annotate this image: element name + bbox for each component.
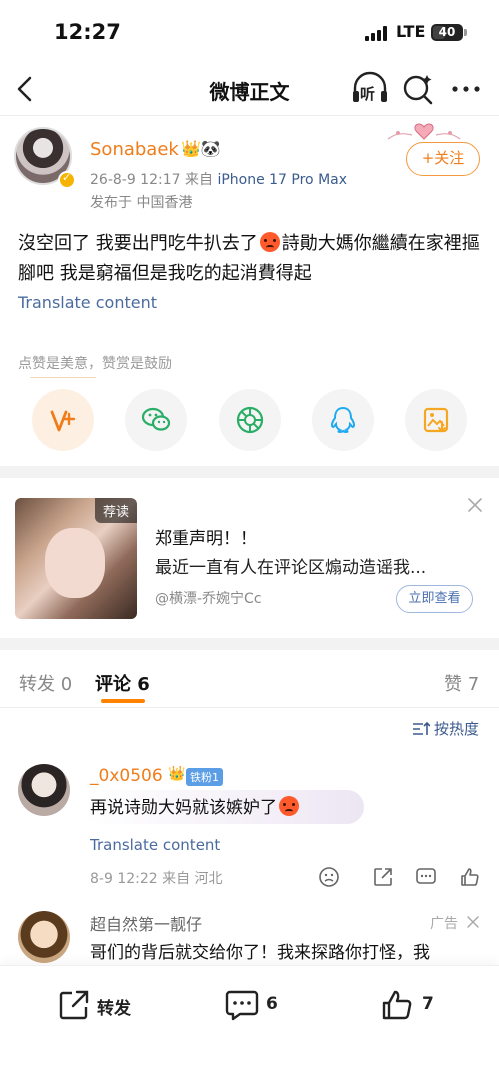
follow-button[interactable]: +关注 bbox=[406, 142, 480, 176]
comment-meta: 8-9 12:22 来自 河北 bbox=[90, 871, 223, 887]
reward-hint-underline bbox=[30, 377, 96, 378]
angry-emoji-icon bbox=[259, 232, 280, 252]
author-badges[interactable]: 👑🐼 bbox=[181, 139, 221, 158]
commenter-avatar[interactable] bbox=[18, 764, 70, 816]
battery-icon: 40 bbox=[431, 24, 463, 41]
comment-button[interactable]: 6 bbox=[224, 988, 294, 1024]
recommended-thumbnail: 荐读 bbox=[15, 498, 137, 619]
comment-icon bbox=[225, 990, 259, 1021]
verified-badge-icon bbox=[58, 171, 76, 189]
active-tab-indicator bbox=[101, 699, 145, 703]
search-icon bbox=[403, 75, 433, 105]
post-device[interactable]: iPhone 17 Pro Max bbox=[217, 172, 347, 188]
repost-icon bbox=[59, 990, 89, 1020]
reward-icon bbox=[50, 410, 76, 432]
signal-icon bbox=[365, 26, 387, 41]
post-date: 26-8-9 12:17 bbox=[90, 172, 181, 188]
battery-tip bbox=[464, 29, 467, 36]
post-text: 沒空回了 我要出門吃牛扒去了 詩勛大媽你繼續在家裡摳腳吧 我是窮福但是我吃的起消費… bbox=[18, 229, 488, 289]
share-qq-button[interactable] bbox=[312, 389, 374, 451]
listen-button[interactable]: 听 bbox=[350, 70, 390, 108]
ad-avatar[interactable] bbox=[18, 911, 70, 963]
translate-link[interactable]: Translate content bbox=[18, 293, 157, 312]
sort-button[interactable]: 按热度 bbox=[412, 718, 479, 739]
angry-emoji-icon bbox=[279, 796, 299, 816]
nav-bar: 微博正文 听 bbox=[0, 62, 499, 116]
status-bar: 12:27 LTE 40 bbox=[0, 0, 499, 62]
post-text-part1: 沒空回了 我要出門吃牛扒去了 bbox=[18, 233, 258, 254]
thumbs-up-icon bbox=[382, 990, 412, 1020]
comment-text-body: 再说诗勋大妈就该嫉妒了 bbox=[90, 798, 277, 818]
like-button[interactable]: 7 bbox=[380, 988, 450, 1024]
bottom-action-bar: 转发 6 7 bbox=[0, 965, 499, 1080]
network-type: LTE bbox=[396, 22, 426, 41]
ad-text: 哥们的背后就交给你了！我来探路你打怪，我 bbox=[90, 943, 430, 963]
share-comment-icon[interactable] bbox=[372, 866, 394, 888]
commenter-name[interactable]: _0x0506 bbox=[90, 766, 163, 786]
reward-button[interactable] bbox=[32, 389, 94, 451]
ad-comment-item: 超自然第一靓仔 广告 哥们的背后就交给你了！我来探路你打怪，我 bbox=[0, 905, 499, 965]
interaction-tabs: 转发 0 评论 6 赞 7 bbox=[0, 650, 499, 708]
sort-label: 按热度 bbox=[434, 720, 480, 738]
reply-icon[interactable] bbox=[415, 866, 437, 888]
ad-name[interactable]: 超自然第一靓仔 bbox=[90, 911, 202, 935]
search-button[interactable] bbox=[400, 70, 436, 108]
thumbnail-face bbox=[45, 528, 105, 598]
repost-button[interactable]: 转发 bbox=[57, 988, 147, 1024]
save-image-icon bbox=[423, 407, 449, 433]
recommended-source: @横漂-乔婉宁Cc bbox=[155, 591, 262, 607]
tab-likes[interactable]: 赞 7 bbox=[444, 670, 479, 696]
more-icon bbox=[452, 86, 480, 92]
recommended-tag: 荐读 bbox=[94, 498, 137, 523]
more-button[interactable] bbox=[448, 72, 484, 106]
share-wechat-button[interactable] bbox=[125, 389, 187, 451]
like-icon[interactable] bbox=[459, 866, 481, 888]
comment-count: 6 bbox=[266, 994, 278, 1014]
dislike-icon[interactable] bbox=[318, 866, 340, 888]
post-source-prefix: 来自 bbox=[184, 172, 213, 188]
post-location: 发布于 中国香港 bbox=[90, 195, 193, 211]
recommended-card[interactable]: 荐读 郑重声明！！ 最近一直有人在评论区煽动造谣我... @横漂-乔婉宁Cc 立… bbox=[0, 478, 499, 638]
qq-icon bbox=[330, 406, 356, 434]
comment-translate-link[interactable]: Translate content bbox=[90, 836, 220, 854]
save-image-button[interactable] bbox=[405, 389, 467, 451]
ad-label: 广告 bbox=[430, 916, 458, 932]
close-icon[interactable] bbox=[466, 496, 484, 514]
wechat-icon bbox=[141, 407, 171, 431]
view-now-button[interactable]: 立即查看 bbox=[396, 585, 473, 613]
share-row bbox=[0, 389, 499, 453]
tab-comments[interactable]: 评论 6 bbox=[95, 670, 150, 696]
recommended-desc: 最近一直有人在评论区煽动造谣我... bbox=[155, 558, 427, 578]
reward-hint: 点赞是美意，赞赏是鼓励 bbox=[18, 356, 172, 372]
section-divider bbox=[0, 638, 499, 650]
sort-icon bbox=[413, 721, 431, 735]
comment-item: _0x0506 👑 铁粉1 再说诗勋大妈就该嫉妒了 Translate cont… bbox=[0, 760, 499, 900]
comment-text: 再说诗勋大妈就该嫉妒了 bbox=[90, 793, 301, 818]
author-name[interactable]: Sonabaek bbox=[90, 139, 179, 160]
fan-badge: 铁粉1 bbox=[186, 768, 223, 786]
moments-icon bbox=[236, 406, 264, 434]
author-avatar[interactable] bbox=[14, 127, 76, 189]
share-moments-button[interactable] bbox=[219, 389, 281, 451]
battery-level: 40 bbox=[438, 25, 456, 39]
section-divider bbox=[0, 466, 499, 478]
close-icon[interactable] bbox=[466, 915, 480, 929]
listen-label: 听 bbox=[360, 85, 376, 103]
recommended-title: 郑重声明！！ bbox=[155, 529, 257, 549]
status-time: 12:27 bbox=[54, 20, 121, 44]
post-meta: 26-8-9 12:17 来自 iPhone 17 Pro Max bbox=[90, 169, 347, 189]
tab-repost[interactable]: 转发 0 bbox=[19, 670, 72, 696]
like-count: 7 bbox=[422, 994, 434, 1014]
repost-label: 转发 bbox=[97, 999, 131, 1019]
crown-icon: 👑 bbox=[168, 766, 186, 782]
